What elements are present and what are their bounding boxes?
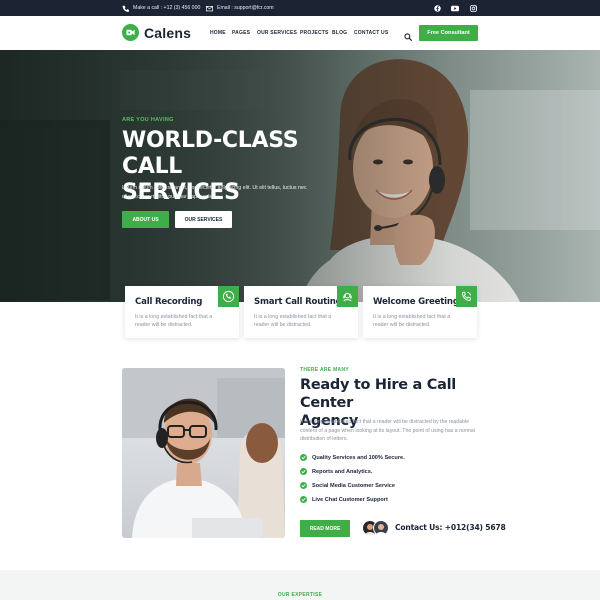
hero-title-line-1: WORLD-CLASS CALL xyxy=(122,128,299,179)
feature-item: Live Chat Customer Support xyxy=(300,496,388,503)
service-card-smart-call-routing[interactable]: Smart Call Routing It is a long establis… xyxy=(244,286,358,338)
card-description: It is a long established fact that a rea… xyxy=(135,314,213,329)
phone-hand-icon xyxy=(456,286,477,307)
youtube-icon[interactable] xyxy=(451,4,459,12)
male-agent-image xyxy=(122,368,285,538)
phone-text: Make a call : +12 (3) 456 000 xyxy=(133,5,201,11)
about-title-line-1: Ready to Hire a Call Center xyxy=(300,377,456,411)
feature-label: Social Media Customer Service xyxy=(312,482,396,489)
search-icon[interactable] xyxy=(404,28,413,41)
nav-home[interactable]: HOME xyxy=(210,30,226,36)
email-text: Email : support@fcr.com xyxy=(217,5,274,11)
agent-photo xyxy=(122,368,285,538)
card-description: It is a long established fact that a rea… xyxy=(373,314,451,329)
nav-blog[interactable]: BLOG xyxy=(332,30,347,36)
check-icon xyxy=(300,454,307,461)
card-description: It is a long established fact that a rea… xyxy=(254,314,332,329)
call-recording-icon xyxy=(218,286,239,307)
facebook-icon[interactable] xyxy=(433,4,441,12)
team-avatars xyxy=(362,520,392,537)
nav-projects[interactable]: PROJECTS xyxy=(300,30,329,36)
contact-phone[interactable]: Contact Us: +012(34) 5678 xyxy=(395,523,506,532)
headset-icon xyxy=(337,286,358,307)
our-services-button[interactable]: OUR SERVICES xyxy=(175,211,232,228)
check-icon xyxy=(300,496,307,503)
logo[interactable]: Calens xyxy=(122,24,191,41)
logo-icon xyxy=(122,24,139,41)
expertise-kicker: OUR EXPERTISE xyxy=(277,592,323,598)
hero-kicker: ARE YOU HAVING xyxy=(122,117,174,123)
nav-contact-us[interactable]: CONTACT US xyxy=(354,30,388,36)
phone-contact[interactable]: Make a call : +12 (3) 456 000 xyxy=(122,0,200,16)
nav-pages[interactable]: PAGES xyxy=(232,30,250,36)
avatar xyxy=(373,520,389,536)
feature-label: Quality Services and 100% Secure. xyxy=(312,454,405,461)
main-nav: Calens HOME PAGES OUR SERVICES PROJECTS … xyxy=(0,16,600,50)
feature-label: Reports and Analytics. xyxy=(312,468,373,475)
nav-our-services[interactable]: OUR SERVICES xyxy=(257,30,297,36)
card-title: Call Recording xyxy=(135,297,203,307)
check-icon xyxy=(300,482,307,489)
top-bar: Make a call : +12 (3) 456 000 Email : su… xyxy=(0,0,600,16)
phone-icon xyxy=(122,5,129,12)
feature-item: Quality Services and 100% Secure. xyxy=(300,454,405,461)
service-card-call-recording[interactable]: Call Recording It is a long established … xyxy=(125,286,239,338)
check-icon xyxy=(300,468,307,475)
feature-label: Live Chat Customer Support xyxy=(312,496,388,503)
about-kicker: THERE ARE MANY xyxy=(300,367,350,373)
mail-icon xyxy=(206,5,213,12)
instagram-icon[interactable] xyxy=(469,4,477,12)
about-text: It is a long established fact that a rea… xyxy=(300,419,475,443)
read-more-button[interactable]: READ MORE xyxy=(300,520,350,537)
card-title: Welcome Greeting xyxy=(373,297,459,307)
card-title: Smart Call Routing xyxy=(254,297,342,307)
logo-text: Calens xyxy=(144,24,192,41)
free-consultant-button[interactable]: Free Consultant xyxy=(419,25,478,41)
feature-item: Social Media Customer Service xyxy=(300,482,395,489)
hero-lead: Lorem ipsum dolor sit amet, consectetur … xyxy=(122,185,307,200)
feature-item: Reports and Analytics. xyxy=(300,468,372,475)
email-contact[interactable]: Email : support@fcr.com xyxy=(206,0,274,16)
service-card-welcome-greeting[interactable]: Welcome Greeting It is a long establishe… xyxy=(363,286,477,338)
about-us-button[interactable]: ABOUT US xyxy=(122,211,169,228)
hero-section: ARE YOU HAVING WORLD-CLASS CALL SERVICES… xyxy=(0,50,600,302)
